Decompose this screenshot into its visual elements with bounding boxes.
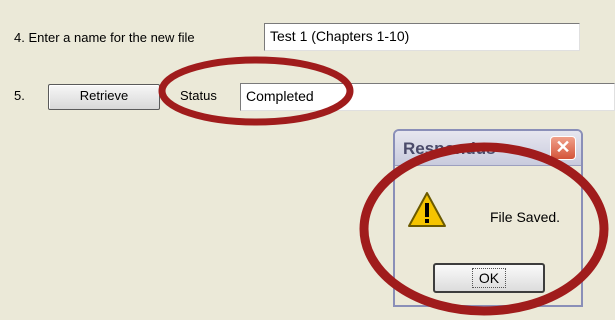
warning-icon — [408, 192, 446, 227]
step4-label: 4. Enter a name for the new file — [14, 30, 195, 45]
dialog-titlebar: Respondus ✕ — [395, 131, 581, 166]
ok-button[interactable]: OK — [433, 263, 545, 293]
status-field: Completed — [240, 83, 615, 111]
retrieve-button[interactable]: Retrieve — [48, 84, 160, 110]
dialog-message: File Saved. — [490, 209, 561, 225]
step5-label: 5. — [14, 88, 25, 103]
close-button[interactable]: ✕ — [550, 136, 576, 160]
save-dialog: Respondus ✕ File Saved. OK — [393, 129, 583, 307]
status-label: Status — [180, 88, 217, 103]
filename-input[interactable]: Test 1 (Chapters 1-10) — [264, 23, 580, 51]
screenshot-canvas: 4. Enter a name for the new file Test 1 … — [0, 0, 615, 320]
ok-label: OK — [471, 268, 507, 288]
dialog-title: Respondus — [403, 139, 496, 158]
